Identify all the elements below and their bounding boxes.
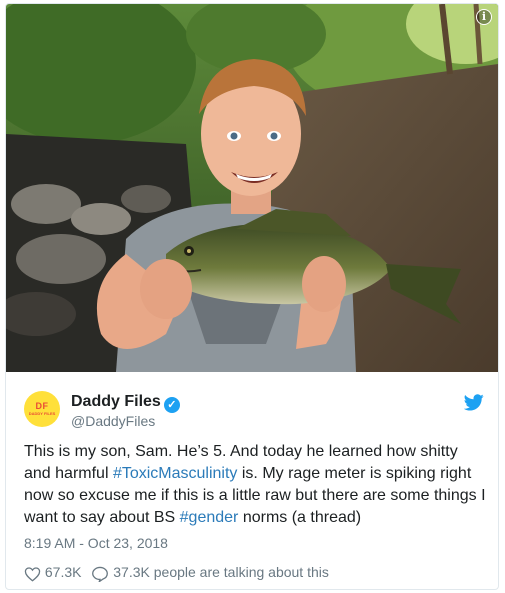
twitter-bird-icon[interactable] [463,394,484,416]
author-name-text: Daddy Files [71,393,161,410]
author-name[interactable]: Daddy Files ✓ [71,392,180,413]
photo-boy-holding-fish [6,4,498,372]
hashtag-link[interactable]: #gender [180,509,239,526]
speech-bubble-icon [92,566,109,583]
tweet-timestamp[interactable]: 8:19 AM - Oct 23, 2018 [24,535,168,551]
avatar[interactable]: DF DADDY FILES [24,391,60,427]
like-count: 67.3K [44,564,82,581]
tweet-text-part: norms (a thread) [238,509,362,526]
tweet-stats: 67.3K 37.3K people are talking about thi… [24,561,329,583]
tweet-card: i DF DADDY FILES Daddy Files ✓ @DaddyFile… [5,3,499,590]
heart-icon [24,566,41,582]
verified-badge-icon: ✓ [163,397,180,413]
author-handle[interactable]: @DaddyFiles [71,413,155,430]
info-icon[interactable]: i [476,9,492,25]
avatar-logo-subtext: DADDY FILES [28,411,56,416]
reply-action[interactable]: 37.3K people are talking about this [91,562,329,583]
like-action[interactable]: 67.3K [24,562,81,582]
hashtag-link[interactable]: #ToxicMasculinity [113,465,237,482]
tweet-header: DF DADDY FILES Daddy Files ✓ @DaddyFiles [24,387,484,430]
avatar-logo-text: DF [35,401,49,411]
tweet-text: This is my son, Sam. He’s 5. And today h… [24,441,488,529]
tweet-photo[interactable]: i [6,4,498,372]
conversation-count: 37.3K people are talking about this [113,564,329,581]
